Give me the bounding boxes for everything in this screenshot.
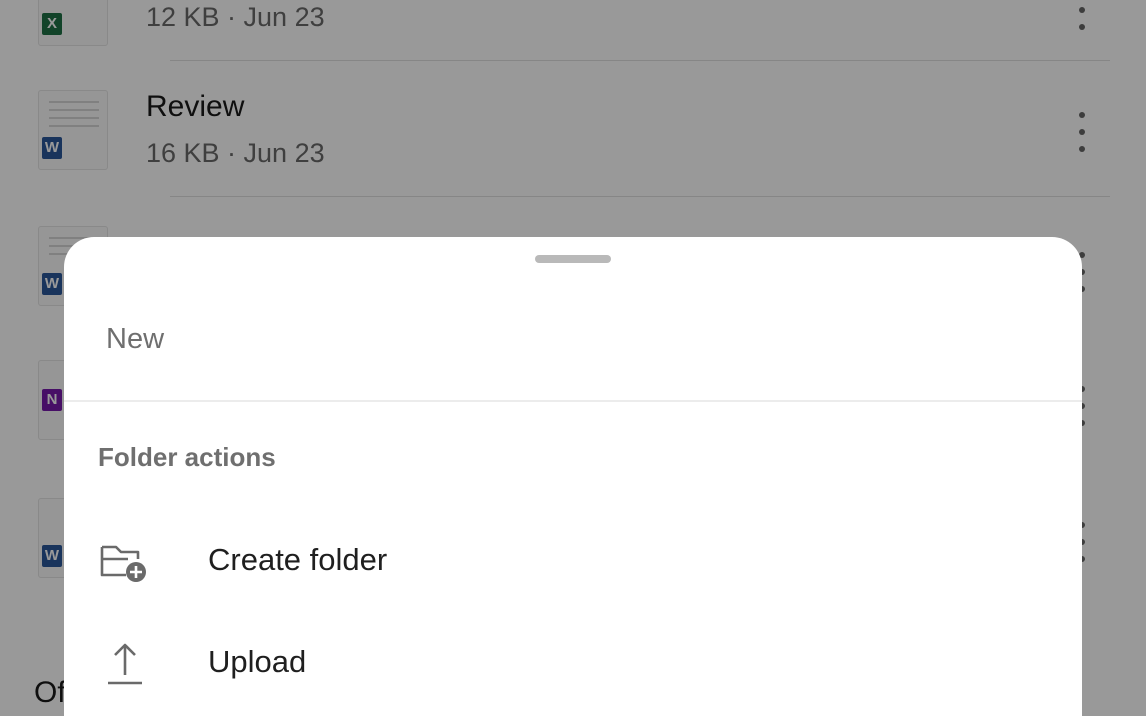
app-screen: X 12 KB · Jun 23 W Review 16 KB · Jun 23… <box>0 0 1146 716</box>
section-label: Folder actions <box>98 442 276 472</box>
new-bottom-sheet: New Folder actions Create folder Upload <box>64 237 1082 716</box>
folder-add-icon <box>100 545 146 582</box>
upload-icon <box>108 643 142 685</box>
divider <box>64 400 1082 402</box>
sheet-title: New <box>106 323 165 355</box>
action-label: Upload <box>208 644 307 679</box>
action-label: Create folder <box>208 542 388 577</box>
create-folder-button[interactable]: Create folder <box>64 517 1082 607</box>
drag-handle[interactable] <box>535 255 611 263</box>
upload-button[interactable]: Upload <box>64 619 1082 709</box>
